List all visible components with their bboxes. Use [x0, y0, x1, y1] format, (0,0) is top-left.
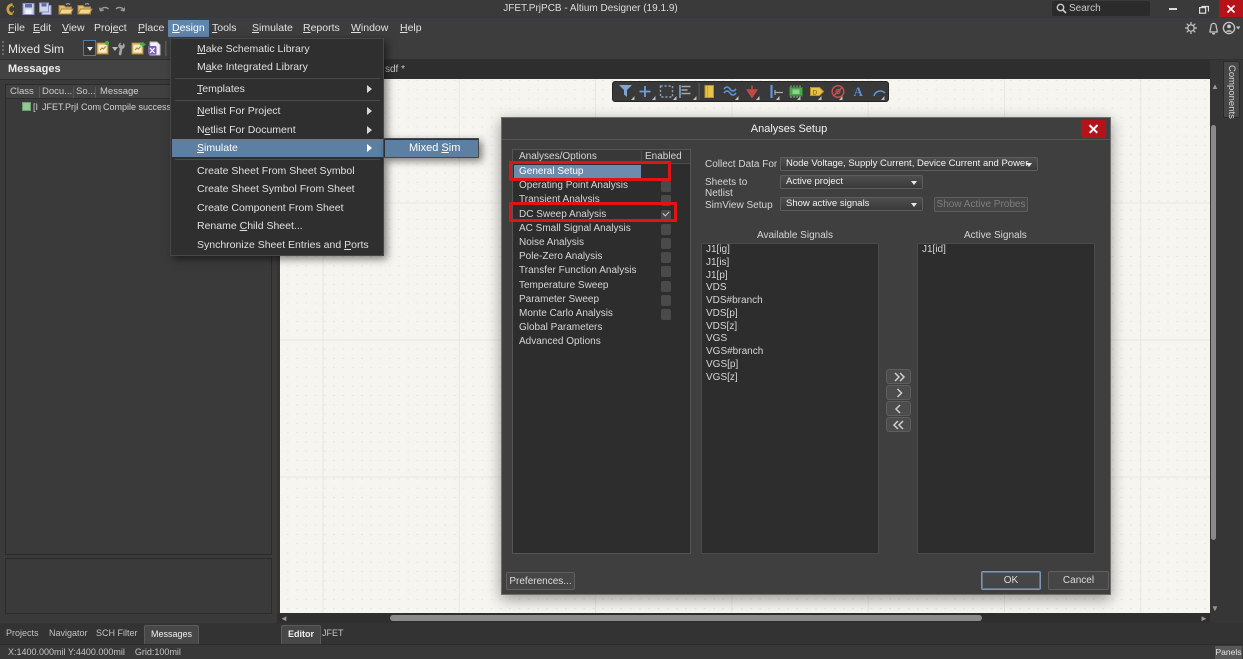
svg-text:A: A	[854, 84, 864, 99]
svg-text:D: D	[813, 90, 818, 97]
